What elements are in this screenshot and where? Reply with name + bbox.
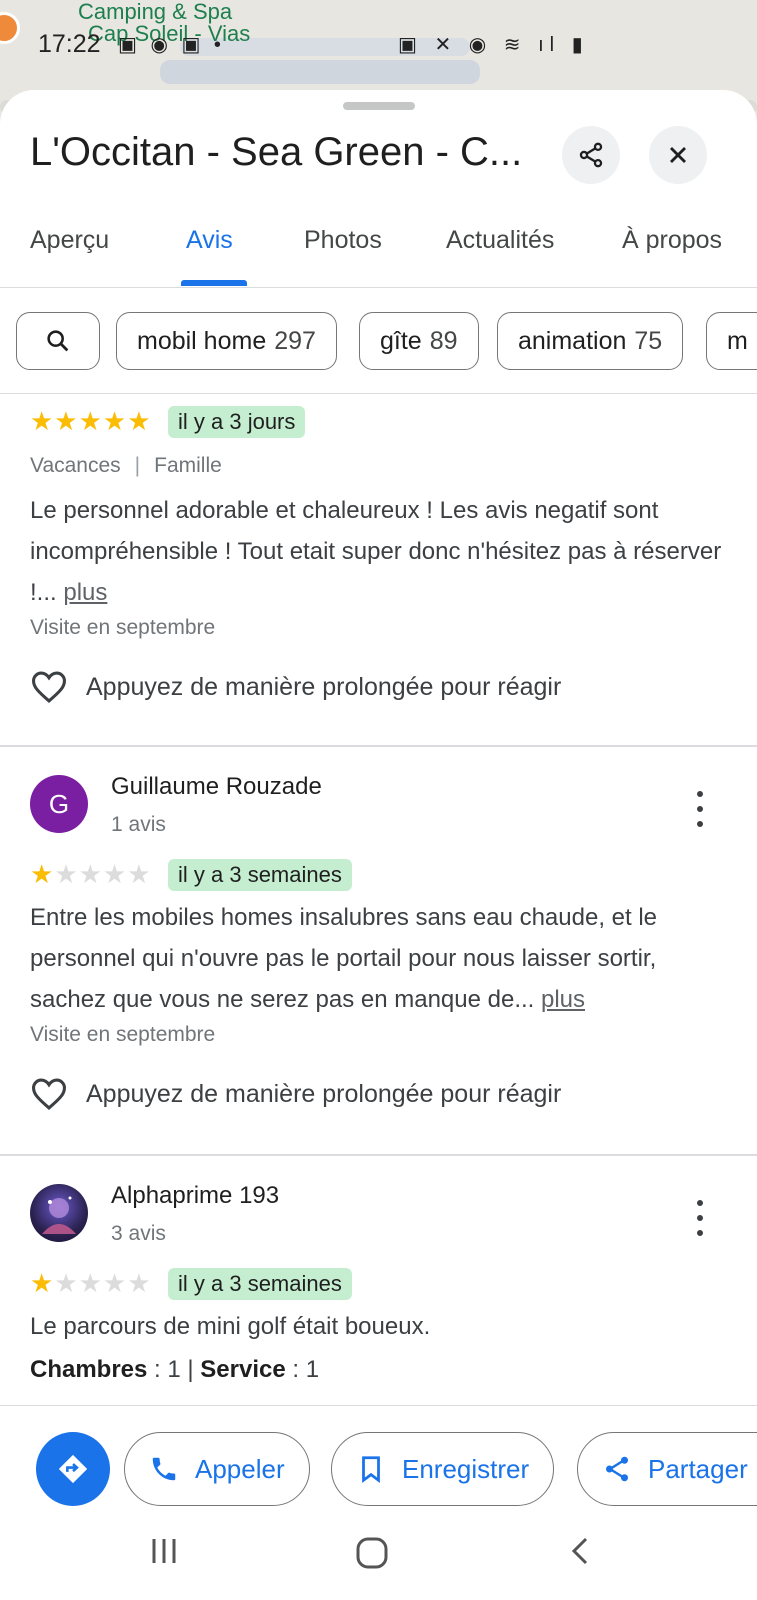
directions-icon (58, 1454, 88, 1484)
active-tab-indicator (181, 280, 247, 286)
react-label: Appuyez de manière prolongée pour réagir (86, 672, 562, 701)
avatar[interactable] (30, 1184, 88, 1242)
chip-label: mobil home (137, 326, 267, 355)
avatar-image (42, 1196, 76, 1234)
share-icon (579, 142, 603, 168)
more-link[interactable]: plus (541, 986, 585, 1013)
chip-label: gîte (380, 326, 422, 355)
save-button[interactable]: Enregistrer (331, 1432, 555, 1506)
category-ratings: Chambres : 1 | Service : 1 (30, 1356, 320, 1383)
heart-icon (31, 1078, 67, 1110)
chip-count: 297 (274, 326, 316, 355)
system-icons: ▣ ✕ ◉ ≋ ıl ▮ (398, 34, 589, 56)
share-place-button[interactable]: Partager (577, 1432, 757, 1506)
tab-apercu[interactable]: Aperçu (30, 226, 109, 255)
heart-icon (31, 671, 67, 703)
phone-icon (152, 1457, 176, 1481)
recent-apps-icon (152, 1539, 176, 1563)
review-date-badge: il y a 3 semaines (168, 1268, 352, 1300)
call-button[interactable]: Appeler (124, 1432, 310, 1506)
review-topic-chips: mobil home 297 gîte 89 animation 75 m (0, 290, 757, 394)
review-date-badge: il y a 3 jours (168, 406, 306, 438)
tab-photos[interactable]: Photos (304, 226, 382, 255)
action-bar: Appeler Enregistrer Partager (0, 1405, 757, 1513)
back-button[interactable] (562, 1533, 598, 1569)
notification-icons: ▣ ◉ ▣ • (118, 34, 225, 56)
tab-actualites[interactable]: Actualités (446, 226, 554, 255)
search-icon (47, 330, 69, 352)
recent-apps-button[interactable] (146, 1533, 182, 1569)
chip-label: m (727, 326, 748, 355)
drag-handle[interactable] (343, 102, 415, 110)
chip-label: animation (518, 326, 627, 355)
review-author[interactable]: Guillaume Rouzade (111, 773, 322, 801)
search-reviews-button[interactable] (16, 312, 100, 370)
chip-count: 75 (634, 326, 663, 355)
review-author[interactable]: Alphaprime 193 (111, 1182, 279, 1210)
chip-mobil-home[interactable]: mobil home 297 (116, 312, 337, 370)
tab-bar: Aperçu Avis Photos Actualités À propos (0, 200, 757, 288)
avatar[interactable]: G (30, 775, 88, 833)
back-icon (571, 1537, 588, 1565)
review-meta: Vacances | Famille (30, 454, 222, 477)
more-options-button[interactable] (690, 791, 710, 827)
more-options-button[interactable] (690, 1200, 710, 1236)
share-button[interactable] (562, 126, 620, 184)
save-label: Enregistrer (402, 1453, 530, 1484)
visit-date: Visite en septembre (30, 1023, 216, 1046)
author-review-count: 1 avis (111, 813, 166, 836)
share-icon (606, 1456, 628, 1482)
place-sheet: L'Occitan - Sea Green - C... Aperçu Avis… (0, 90, 757, 1600)
review-text: Le parcours de mini golf était boueux. (30, 1313, 431, 1340)
chip-more-topics[interactable]: m (706, 312, 757, 370)
star-rating: ★★★★★ (30, 406, 152, 436)
review-card: Alphaprime 193 3 avis ★★★★★ il y a 3 sem… (0, 1156, 757, 1406)
home-button[interactable] (352, 1533, 392, 1573)
more-link[interactable]: plus (63, 579, 107, 606)
react-button[interactable]: Appuyez de manière prolongée pour réagir (30, 670, 561, 704)
chip-count: 89 (429, 326, 458, 355)
status-bar: 17:22 ▣ ◉ ▣ • ▣ ✕ ◉ ≋ ıl ▮ (0, 28, 757, 64)
directions-button[interactable] (36, 1432, 110, 1506)
chip-gite[interactable]: gîte 89 (359, 312, 479, 370)
call-label: Appeler (195, 1453, 285, 1484)
react-button[interactable]: Appuyez de manière prolongée pour réagir (30, 1077, 561, 1111)
status-time: 17:22 (38, 30, 101, 58)
tab-a-propos[interactable]: À propos (622, 226, 722, 255)
review-card: ★★★★★ il y a 3 jours Vacances | Famille Le… (0, 394, 757, 746)
review-date-badge: il y a 3 semaines (168, 859, 352, 891)
close-button[interactable] (649, 126, 707, 184)
review-text: Le personnel adorable et chaleureux ! Le… (30, 497, 722, 606)
star-rating: ★★★★★ (30, 1268, 152, 1298)
author-review-count: 3 avis (111, 1222, 166, 1245)
review-text: Entre les mobiles homes insalubres sans … (30, 904, 658, 1013)
system-nav-bar (0, 1513, 757, 1600)
star-rating: ★★★★★ (30, 859, 152, 889)
bookmark-icon (362, 1456, 380, 1483)
chip-animation[interactable]: animation 75 (497, 312, 684, 370)
visit-date: Visite en septembre (30, 616, 216, 639)
home-icon (356, 1537, 388, 1569)
react-label: Appuyez de manière prolongée pour réagir (86, 1079, 562, 1108)
tab-avis[interactable]: Avis (186, 226, 233, 255)
share-label: Partager (648, 1453, 748, 1484)
review-card: G Guillaume Rouzade 1 avis ★★★★★ il y a … (0, 747, 757, 1155)
close-icon (670, 147, 686, 163)
place-title: L'Occitan - Sea Green - C... (30, 130, 523, 174)
